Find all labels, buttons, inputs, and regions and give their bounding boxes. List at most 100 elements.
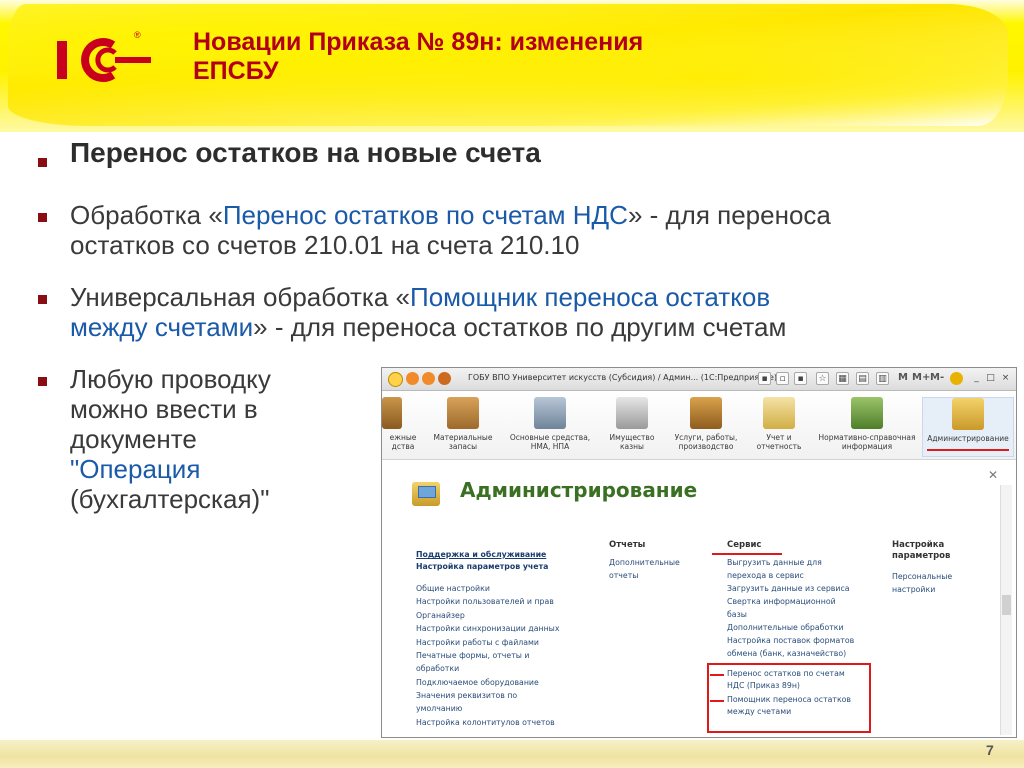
highlight-underline [927,449,1009,451]
section-services[interactable]: Услуги, работы, производство [670,397,742,457]
section-label: производство [678,442,734,451]
bullet-3-text: Универсальная обработка «Помощник перено… [70,282,1010,342]
section-label: Администрирование [927,434,1009,443]
admin-link[interactable]: Настройки работы с файлами [416,636,539,649]
admin-link[interactable]: Настройки синхронизации данных [416,622,559,635]
admin-link[interactable]: Печатные формы, отчеты и [416,649,529,662]
link-transfer-assistant[interactable]: Помощник переноса остатков [727,694,851,705]
calculator-icon[interactable]: ▤ [856,372,869,385]
service-link[interactable]: Свертка информационной [727,595,836,608]
section-materials[interactable]: Материальные запасы [428,397,498,457]
home-icon[interactable] [438,372,451,385]
bullet-marker [38,377,47,386]
section-label: информация [841,442,893,451]
back-icon[interactable] [406,372,419,385]
link-transfer-assistant-2[interactable]: между счетами [727,706,791,717]
link-additional-reports[interactable]: Дополнительные [609,556,680,569]
admin-link[interactable]: обработки [416,662,459,675]
memory-m-button[interactable]: M [898,372,908,383]
settings-heading-1: Настройка [892,540,945,550]
bullet-marker [38,295,47,304]
section-money[interactable]: ежные дства [382,397,424,457]
pointer-dash [710,674,724,676]
binders-icon [851,397,883,429]
admin-link[interactable]: Настройка колонтитулов отчетов [416,716,555,729]
vertical-scrollbar[interactable] [1000,485,1012,735]
window-titlebar: ГОБУ ВПО Университет искусств (Субсидия)… [382,368,1016,391]
section-label: Имущество [609,433,655,442]
save-icon[interactable]: ▪ [758,372,771,385]
bullet-4-line4: "Операция [70,454,201,484]
section-label: Услуги, работы, [674,433,738,442]
close-window-icon[interactable]: × [999,372,1012,385]
maximize-icon[interactable]: □ [984,372,997,385]
money-icon [382,397,402,429]
memory-plus-button[interactable]: M+ [912,372,930,383]
service-link[interactable]: обмена (банк, казначейство) [727,647,846,660]
section-label: НМА, НПА [530,442,570,451]
admin-link[interactable]: Значения реквизитов по [416,689,517,702]
slide-title-line1: Новации Приказа № 89н: изменения [193,28,644,56]
link-personal-settings-2[interactable]: настройки [892,583,935,596]
section-treasury-property[interactable]: Имущество казны [600,397,664,457]
forward-icon[interactable] [422,372,435,385]
slide-title: Новации Приказа № 89н: изменения ЕПСБУ [193,28,643,86]
preview-icon[interactable]: ▪ [794,372,807,385]
link-vat-balance-transfer[interactable]: Перенос остатков по счетам НДС [223,200,628,230]
admin-link[interactable]: Органайзер [416,609,465,622]
service-link[interactable]: Загрузить данные из сервиса [727,582,850,595]
service-underline [712,553,782,555]
link-vat-transfer-2[interactable]: НДС (Приказ 89н) [727,680,800,691]
memory-minus-button[interactable]: M- [930,372,944,383]
close-icon[interactable]: ✕ [988,468,998,482]
service-link[interactable]: Настройка поставок форматов [727,634,854,647]
administration-panel: ✕ Администрирование Поддержка и обслужив… [382,460,1016,737]
bullet-marker [38,158,47,167]
section-label: отчетность [756,442,802,451]
bullet-2-pre: Обработка « [70,200,223,230]
grid-icon[interactable]: ▥ [876,372,889,385]
section-label: ежные [389,433,417,442]
footer-band [0,740,1024,768]
reports-heading: Отчеты [609,540,646,550]
link-transfer-assistant-1[interactable]: Помощник переноса остатков [410,282,770,312]
window-title: ГОБУ ВПО Университет искусств (Субсидия)… [468,373,778,382]
settings-heading-2: параметров [892,551,951,561]
bullet-4-line1: Любую проводку [70,364,271,394]
service-link[interactable]: Дополнительные обработки [727,621,844,634]
link-vat-transfer[interactable]: Перенос остатков по счетам [727,668,845,679]
admin-link[interactable]: Настройки пользователей и прав [416,595,554,608]
section-label: запасы [448,442,478,451]
truck-icon [534,397,566,429]
section-label: Нормативно-справочная [818,433,916,442]
link-transfer-assistant-2[interactable]: между счетами [70,312,253,342]
administration-icon [412,482,440,506]
service-link[interactable]: базы [727,608,747,621]
info-icon[interactable] [950,372,963,385]
bullet-4-line2: можно ввести в [70,394,258,424]
section-fixed-assets[interactable]: Основные средства, НМА, НПА [506,397,594,457]
section-accounting[interactable]: Учет и отчетность [748,397,810,457]
favorite-icon[interactable]: ☆ [816,372,829,385]
link-additional-reports-2[interactable]: отчеты [609,569,638,582]
bullet-2-line2: остатков со счетов 210.01 на счета 210.1… [70,230,580,260]
admin-link[interactable]: умолчанию [416,702,462,715]
app-logo-icon[interactable] [388,372,403,387]
link-personal-settings[interactable]: Персональные [892,570,952,583]
section-label: Материальные [433,433,493,442]
section-reference[interactable]: Нормативно-справочная информация [816,397,918,457]
calendar-icon[interactable]: ▦ [836,372,849,385]
service-link[interactable]: Выгрузить данные для [727,556,822,569]
bullet-4-line5: (бухгалтерская)" [70,484,270,514]
section-administration[interactable]: Администрирование [922,397,1014,457]
scroll-thumb[interactable] [1002,595,1011,615]
link-support[interactable]: Поддержка и обслуживание [416,549,546,560]
service-link[interactable]: перехода в сервис [727,569,804,582]
print-icon[interactable]: ▫ [776,372,789,385]
link-accounting-params[interactable]: Настройка параметров учета [416,561,548,572]
admin-link[interactable]: Подключаемое оборудование [416,676,539,689]
minimize-icon[interactable]: _ [970,372,983,385]
bullet-3-pre: Универсальная обработка « [70,282,411,312]
bullet-2-post: » - для переноса [627,200,831,230]
admin-link[interactable]: Общие настройки [416,582,490,595]
